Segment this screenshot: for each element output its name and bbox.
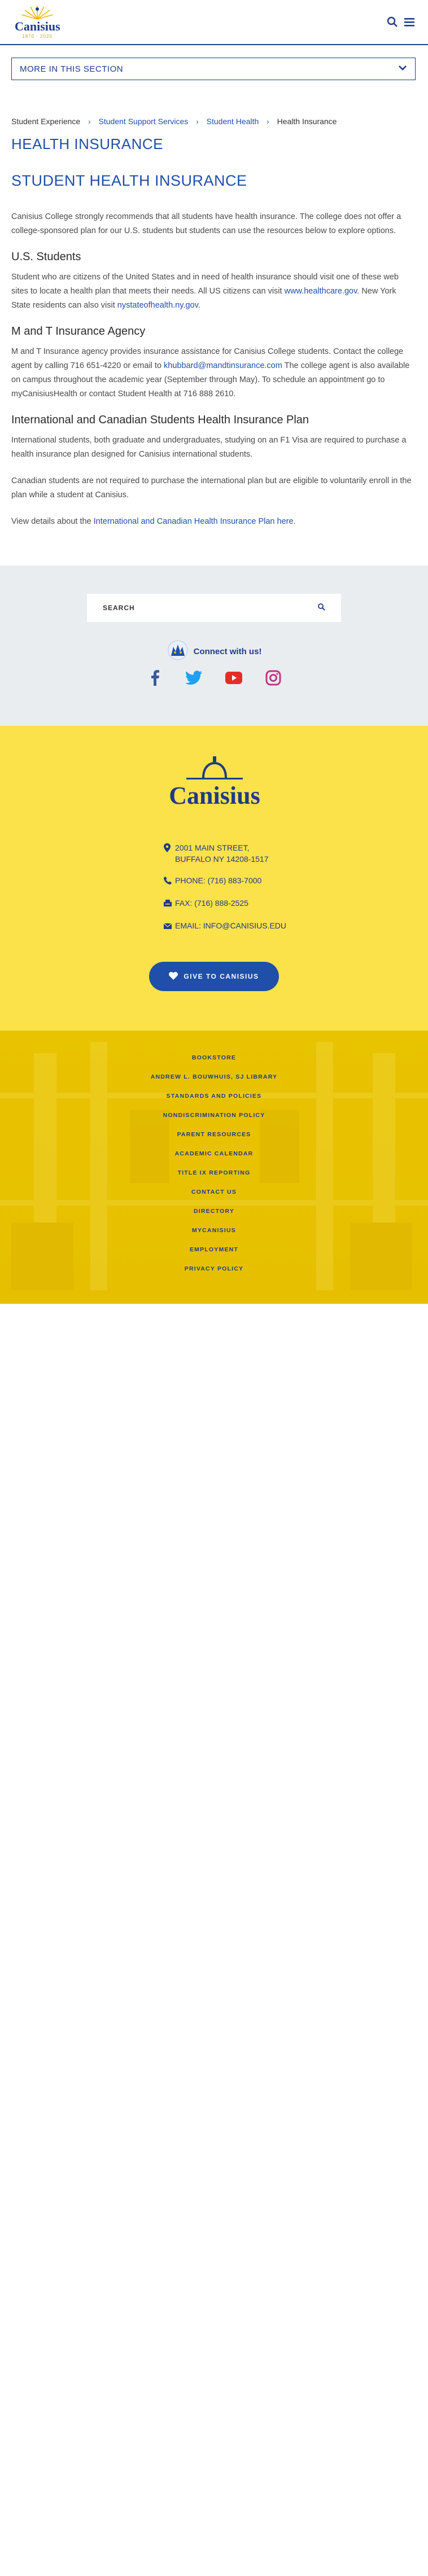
email-text: EMAIL: INFO@CANISIUS.EDU <box>175 921 287 930</box>
breadcrumb: Student Experience › Student Support Ser… <box>11 115 416 128</box>
footer-link-bookstore[interactable]: BOOKSTORE <box>0 1052 428 1071</box>
chevron-right-icon: › <box>196 117 199 126</box>
nystateofhealth-link[interactable]: nystateofhealth.ny.gov <box>117 301 198 310</box>
footer-contact: Canisius 2001 MAIN STREET, BUFFALO NY 142… <box>0 726 428 1031</box>
chevron-down-icon <box>398 64 407 74</box>
mt-insurance-paragraph: M and T Insurance agency provides insura… <box>11 345 416 401</box>
footer-link-nondiscrimination[interactable]: NONDISCRIMINATION POLICY <box>0 1110 428 1129</box>
youtube-icon[interactable] <box>225 669 242 686</box>
footer-link-privacy[interactable]: PRIVACY POLICY <box>0 1263 428 1282</box>
text-segment: . <box>198 301 200 310</box>
fax-text: FAX: (716) 888-2525 <box>175 899 248 908</box>
logo-sunburst-icon <box>21 6 54 20</box>
healthcare-gov-link[interactable]: www.healthcare.gov <box>285 287 357 296</box>
us-students-paragraph: Student who are citizens of the United S… <box>11 270 416 313</box>
dropdown-label: MORE IN THIS SECTION <box>20 64 124 74</box>
footer-link-academic-calendar[interactable]: ACADEMIC CALENDAR <box>0 1148 428 1167</box>
breadcrumb-link[interactable]: Student Support Services <box>99 117 189 126</box>
text-segment: . <box>293 517 296 526</box>
fax-row: FAX: (716) 888-2525 <box>164 897 311 910</box>
breadcrumb-link[interactable]: Student Health <box>207 117 259 126</box>
search-band: SEARCH Connect with us! <box>0 566 428 726</box>
page-title: STUDENT HEALTH INSURANCE <box>11 172 247 189</box>
contact-info: 2001 MAIN STREET, BUFFALO NY 14208-1517 P… <box>163 842 311 943</box>
search-placeholder: SEARCH <box>103 604 135 612</box>
footer-links: BOOKSTORE ANDREW L. BOUWHUIS, SJ LIBRARY… <box>0 1031 428 1304</box>
search-icon[interactable] <box>317 603 325 614</box>
address-line1: 2001 MAIN STREET, <box>175 843 250 852</box>
footer-links-list: BOOKSTORE ANDREW L. BOUWHUIS, SJ LIBRARY… <box>0 1052 428 1282</box>
breadcrumb-item[interactable]: Student Experience <box>11 117 80 126</box>
chevron-right-icon: › <box>267 117 269 126</box>
connect-label: Connect with us! <box>193 647 262 656</box>
hamburger-menu-icon[interactable] <box>403 16 416 28</box>
footer-link-parent-resources[interactable]: PARENT RESOURCES <box>0 1129 428 1148</box>
us-students-heading: U.S. Students <box>11 251 81 263</box>
phone-row[interactable]: PHONE: (716) 883-7000 <box>164 875 311 887</box>
agent-email-link[interactable]: khubbard@mandtinsurance.com <box>164 361 282 370</box>
view-details-paragraph: View details about the International and… <box>11 515 416 529</box>
facebook-icon[interactable] <box>146 669 163 686</box>
intro-paragraph: Canisius College strongly recommends tha… <box>11 212 401 235</box>
footer-link-standards[interactable]: STANDARDS AND POLICIES <box>0 1090 428 1110</box>
logo-wordmark: Canisius <box>15 19 60 33</box>
mascot-icon <box>167 640 189 663</box>
intl-heading: International and Canadian Students Heal… <box>11 414 309 426</box>
twitter-icon[interactable] <box>186 669 203 686</box>
envelope-icon <box>163 921 175 932</box>
section-title: HEALTH INSURANCE <box>11 135 164 152</box>
intl-paragraph: International students, both graduate an… <box>11 436 407 459</box>
search-icon[interactable] <box>386 16 399 28</box>
footer-logo[interactable]: Canisius <box>164 755 265 812</box>
phone-text: PHONE: (716) 883-7000 <box>175 876 262 885</box>
site-header: Canisius 1870 · 2020 <box>0 0 428 45</box>
give-button[interactable]: GIVE TO CANISIUS <box>149 962 279 991</box>
canadian-paragraph: Canadian students are not required to pu… <box>11 476 412 500</box>
intl-plan-link[interactable]: International and Canadian Health Insura… <box>94 517 294 526</box>
fax-icon <box>164 899 175 910</box>
address-line2: BUFFALO NY 14208-1517 <box>175 855 269 864</box>
canisius-logo[interactable]: Canisius 1870 · 2020 <box>15 3 60 41</box>
footer-link-directory[interactable]: DIRECTORY <box>0 1206 428 1225</box>
footer-link-library[interactable]: ANDREW L. BOUWHUIS, SJ LIBRARY <box>0 1071 428 1090</box>
logo-years: 1870 · 2020 <box>22 34 53 39</box>
connect-with-us: Connect with us! <box>0 640 428 663</box>
mt-insurance-heading: M and T Insurance Agency <box>11 325 146 338</box>
logo-tower-icon <box>186 756 243 779</box>
address-row: 2001 MAIN STREET, BUFFALO NY 14208-1517 <box>164 842 311 865</box>
footer-link-mycanisius[interactable]: MYCANISIUS <box>0 1225 428 1244</box>
heart-icon <box>169 971 178 982</box>
more-in-section-dropdown[interactable]: MORE IN THIS SECTION <box>11 58 416 80</box>
footer-link-employment[interactable]: EMPLOYMENT <box>0 1244 428 1263</box>
instagram-icon[interactable] <box>265 669 282 686</box>
search-input[interactable]: SEARCH <box>87 594 341 622</box>
breadcrumb-current: Health Insurance <box>277 117 337 126</box>
text-segment: View details about the <box>11 517 94 526</box>
give-label: GIVE TO CANISIUS <box>184 972 259 980</box>
email-row[interactable]: EMAIL: INFO@CANISIUS.EDU <box>163 920 311 932</box>
footer-link-title-ix[interactable]: TITLE IX REPORTING <box>0 1167 428 1186</box>
social-links <box>0 669 428 686</box>
main-content: Canisius College strongly recommends tha… <box>11 210 416 541</box>
chevron-right-icon: › <box>88 117 91 126</box>
footer-link-contact[interactable]: CONTACT US <box>0 1186 428 1206</box>
phone-icon <box>164 876 175 887</box>
map-pin-icon <box>164 843 175 855</box>
footer-wordmark: Canisius <box>169 782 260 809</box>
